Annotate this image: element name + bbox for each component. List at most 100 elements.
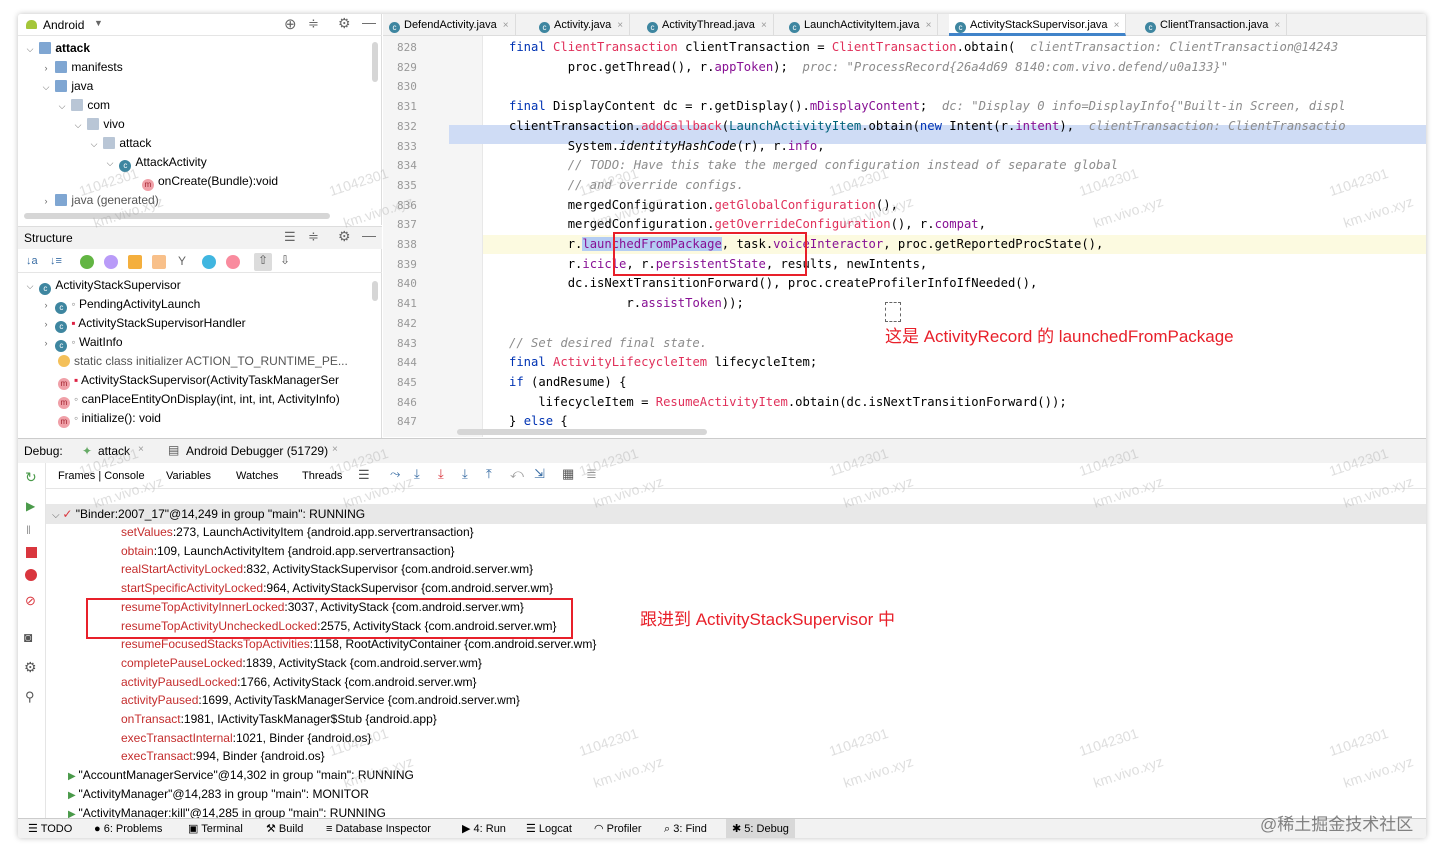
- autoscroll-from-source-icon[interactable]: ⇩: [280, 253, 290, 267]
- line-number[interactable]: 847: [383, 412, 427, 432]
- autoscroll-to-source-icon[interactable]: ⇧: [254, 253, 272, 271]
- line-number[interactable]: 833: [383, 137, 427, 157]
- chevron-right-icon[interactable]: ›: [40, 59, 52, 78]
- todo-button[interactable]: ☰ TODO: [28, 819, 72, 838]
- structure-root[interactable]: ⌵ c ActivityStackSupervisor: [24, 276, 181, 295]
- inherited-icon[interactable]: [80, 255, 94, 269]
- tree-item-manifests[interactable]: › manifests: [40, 58, 123, 77]
- chevron-down-icon[interactable]: ⌵: [24, 40, 36, 59]
- chevron-right-icon[interactable]: ›: [40, 315, 52, 334]
- tree-item-attackactivity[interactable]: ⌵ c AttackActivity: [104, 153, 207, 172]
- chevron-down-icon[interactable]: ▼: [94, 18, 103, 28]
- tab-variables[interactable]: Variables: [166, 470, 211, 482]
- stack-frame[interactable]: activityPaused:1699, ActivityTaskManager…: [121, 691, 520, 710]
- tab-threads[interactable]: Threads: [302, 470, 342, 482]
- project-view-selector[interactable]: Android: [43, 18, 84, 32]
- tab-activity[interactable]: c Activity.java ×: [533, 14, 631, 36]
- sort-icon[interactable]: ☰: [284, 229, 296, 245]
- chevron-right-icon[interactable]: ›: [40, 192, 52, 211]
- chevron-right-icon[interactable]: ▶: [68, 790, 78, 801]
- close-icon[interactable]: ×: [617, 20, 623, 31]
- line-number[interactable]: 848: [383, 432, 427, 437]
- tree-item-oncreate[interactable]: m onCreate(Bundle):void: [142, 172, 278, 191]
- line-number[interactable]: 830: [383, 77, 427, 97]
- gear-icon[interactable]: ⚙: [338, 228, 351, 245]
- debugger-tab[interactable]: Android Debugger (51729): [186, 444, 328, 458]
- terminal-button[interactable]: ▣ Terminal: [188, 819, 243, 838]
- problems-button[interactable]: ● 6: Problems: [94, 819, 162, 838]
- run-to-cursor-icon[interactable]: ⇲: [534, 466, 545, 482]
- step-out-icon[interactable]: ⤒: [486, 466, 492, 482]
- database-inspector-button[interactable]: ≡ Database Inspector: [326, 819, 431, 838]
- hide-icon[interactable]: —: [362, 14, 376, 30]
- camera-icon[interactable]: ◙: [24, 629, 32, 645]
- chevron-down-icon[interactable]: ⌵: [56, 97, 68, 116]
- line-number[interactable]: 843: [383, 334, 427, 354]
- hide-icon[interactable]: —: [362, 227, 376, 243]
- structure-item[interactable]: › c ▪ ActivityStackSupervisorHandler: [40, 314, 246, 333]
- debug-button[interactable]: ✱ 5: Debug: [726, 819, 795, 838]
- chevron-down-icon[interactable]: ⌵: [40, 78, 52, 97]
- stack-frame[interactable]: execTransact:994, Binder {android.os}: [121, 747, 325, 766]
- sort-visibility-icon[interactable]: ↓≡: [50, 255, 62, 267]
- line-number[interactable]: 837: [383, 215, 427, 235]
- find-button[interactable]: ⌕ 3: Find: [664, 819, 707, 838]
- drop-frame-icon[interactable]: ⤺: [510, 466, 524, 482]
- line-number[interactable]: 840: [383, 274, 427, 294]
- line-number[interactable]: 836: [383, 196, 427, 216]
- stack-frame[interactable]: activityPausedLocked:1766, ActivityStack…: [121, 673, 477, 692]
- filter-icon[interactable]: Y: [178, 254, 186, 268]
- line-number[interactable]: 841: [383, 294, 427, 314]
- vertical-scrollbar[interactable]: [372, 42, 378, 82]
- force-step-into-icon[interactable]: ⤓: [438, 466, 444, 482]
- line-number[interactable]: 831: [383, 97, 427, 117]
- chevron-down-icon[interactable]: ⌵: [88, 135, 100, 154]
- thread-row[interactable]: ▶ "AccountManagerService"@14,302 in grou…: [68, 766, 414, 785]
- resume-icon[interactable]: ▶: [26, 499, 35, 513]
- tree-item-java[interactable]: ⌵ java: [40, 77, 94, 97]
- step-over-icon[interactable]: ⤓: [414, 466, 420, 482]
- close-icon[interactable]: ×: [1114, 20, 1120, 31]
- line-number[interactable]: 842: [383, 314, 427, 334]
- structure-item[interactable]: m ◦ canPlaceEntityOnDisplay(int, int, int…: [58, 390, 340, 409]
- stack-frame[interactable]: onTransact:1981, IActivityTaskManager$St…: [121, 710, 437, 729]
- line-number[interactable]: 839: [383, 255, 427, 275]
- build-button[interactable]: ⚒ Build: [266, 819, 303, 838]
- line-number[interactable]: 844: [383, 353, 427, 373]
- stack-frame[interactable]: execTransactInternal:1021, Binder {andro…: [121, 729, 371, 748]
- logcat-button[interactable]: ☰ Logcat: [526, 819, 572, 838]
- tab-defendactivity[interactable]: c DefendActivity.java ×: [383, 14, 516, 36]
- chevron-down-icon[interactable]: ⌵: [72, 116, 84, 135]
- property-icon[interactable]: [104, 255, 118, 269]
- stop-icon[interactable]: [26, 547, 37, 558]
- close-icon[interactable]: ×: [332, 444, 338, 455]
- structure-item[interactable]: static class initializer ACTION_TO_RUNTI…: [58, 352, 348, 371]
- field-icon[interactable]: [128, 255, 142, 269]
- view-breakpoints-icon[interactable]: [25, 569, 37, 581]
- trace-icon[interactable]: ≣: [586, 466, 597, 482]
- close-icon[interactable]: ×: [138, 444, 144, 455]
- step-into-icon[interactable]: ⤓: [462, 466, 468, 482]
- evaluate-expression-icon[interactable]: ▦: [562, 466, 574, 482]
- line-number[interactable]: 835: [383, 176, 427, 196]
- line-number[interactable]: 828: [383, 38, 427, 58]
- line-number[interactable]: 834: [383, 156, 427, 176]
- horizontal-scrollbar[interactable]: [24, 213, 330, 219]
- close-icon[interactable]: ×: [926, 20, 932, 31]
- vertical-scrollbar[interactable]: [372, 281, 378, 301]
- sort-alpha-icon[interactable]: ↓a: [26, 255, 38, 267]
- line-number[interactable]: 846: [383, 393, 427, 413]
- gear-icon[interactable]: ⚙: [24, 659, 37, 676]
- structure-item[interactable]: › c ◦ WaitInfo: [40, 333, 123, 352]
- thread-row[interactable]: ▶ "ActivityManager"@14,283 in group "mai…: [68, 785, 369, 804]
- structure-item[interactable]: m ◦ initialize(): void: [58, 409, 161, 428]
- gear-icon[interactable]: ⚙: [338, 15, 351, 32]
- structure-item[interactable]: › c ◦ PendingActivityLaunch: [40, 295, 200, 314]
- stack-frame[interactable]: startSpecificActivityLocked:964, Activit…: [121, 579, 553, 598]
- rerun-icon[interactable]: ↻: [25, 469, 37, 486]
- anonymous-icon[interactable]: [202, 255, 216, 269]
- stack-frame[interactable]: setValues:273, LaunchActivityItem {andro…: [121, 523, 474, 542]
- tree-item-attack-root[interactable]: ⌵ attack: [24, 39, 90, 58]
- chevron-down-icon[interactable]: ⌵: [52, 510, 62, 521]
- stack-frame[interactable]: realStartActivityLocked:832, ActivitySta…: [121, 560, 533, 579]
